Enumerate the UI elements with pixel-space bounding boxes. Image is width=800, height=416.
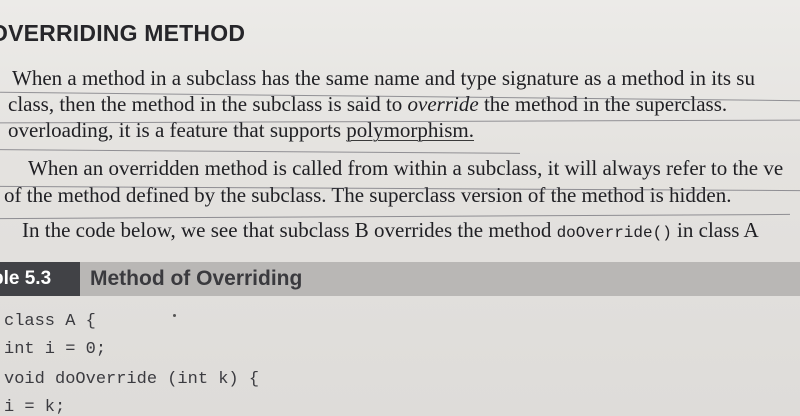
book-page: OVERRIDING METHOD When a method in a sub…: [0, 0, 800, 416]
text-run: the method in the superclass.: [478, 92, 728, 116]
table-title: Method of Overriding: [90, 267, 303, 290]
ink-dot: [173, 314, 176, 317]
paragraph-2-line-1: When an overridden method is called from…: [28, 156, 783, 181]
paragraph-1-line-1: When a method in a subclass has the same…: [12, 66, 755, 91]
text-run: In the code below, we see that subclass …: [22, 218, 557, 242]
inline-code: doOverride(): [556, 224, 672, 242]
text-run: in class A: [671, 218, 759, 242]
code-line: class A {: [4, 312, 96, 331]
text-run: When an overridden method is called from…: [28, 156, 784, 180]
code-line: i = k;: [4, 398, 66, 416]
text-run: When a method in a subclass has the same…: [12, 66, 755, 90]
paragraph-3-line-1: In the code below, we see that subclass …: [22, 218, 759, 243]
code-line: void doOverride (int k) {: [4, 370, 260, 389]
code-line: int i = 0;: [4, 340, 107, 359]
table-number-label: ble 5.3: [0, 262, 80, 296]
pen-underline-mark: [0, 149, 520, 154]
section-heading: OVERRIDING METHOD: [0, 20, 246, 46]
